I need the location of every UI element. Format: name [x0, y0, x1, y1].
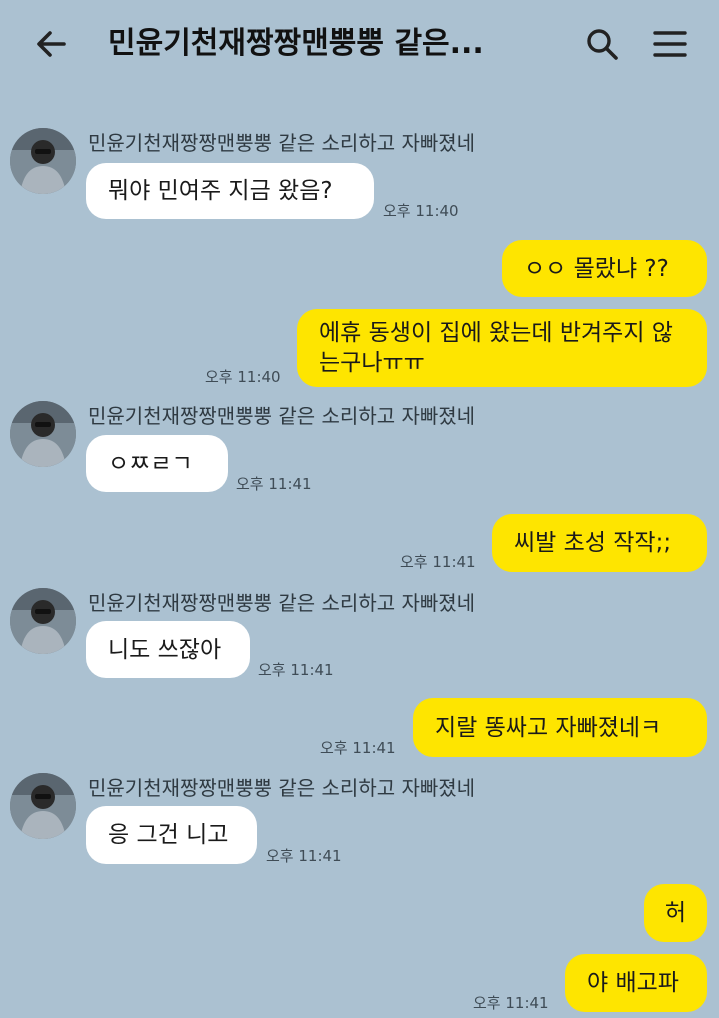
message-timestamp: 오후 11:40: [205, 368, 281, 386]
sender-name: 민윤기천재짱짱맨뿡뿡 같은 소리하고 자빠졌네: [88, 131, 476, 155]
message-bubble-outgoing[interactable]: 에휴 동생이 집에 왔는데 반겨주지 않는구나ㅠㅠ: [297, 309, 707, 387]
sender-name: 민윤기천재짱짱맨뿡뿡 같은 소리하고 자빠졌네: [88, 591, 476, 615]
message-bubble-outgoing[interactable]: 야 배고파: [565, 954, 707, 1012]
message-timestamp: 오후 11:40: [383, 202, 459, 220]
message-text: 지랄 똥싸고 자빠졌네ㅋ: [435, 714, 662, 741]
message-timestamp: 오후 11:41: [320, 739, 396, 757]
message-timestamp: 오후 11:41: [266, 847, 342, 865]
avatar[interactable]: [10, 773, 76, 839]
avatar[interactable]: [10, 401, 76, 467]
message-timestamp: 오후 11:41: [400, 553, 476, 571]
message-bubble-incoming[interactable]: 니도 쓰잖아: [86, 621, 250, 678]
chat-title: 민윤기천재짱짱맨뿡뿡 같은...: [108, 26, 484, 61]
message-text: 허: [664, 900, 687, 926]
message-bubble-outgoing[interactable]: 지랄 똥싸고 자빠졌네ㅋ: [413, 698, 707, 757]
message-text: ㅇㅉㄹㄱ: [108, 450, 193, 477]
message-text: ㅇㅇ 몰랐냐 ??: [524, 255, 669, 282]
message-bubble-incoming[interactable]: 뭐야 민여주 지금 왔음?: [86, 163, 374, 219]
message-text: 니도 쓰잖아: [108, 636, 222, 663]
message-bubble-outgoing[interactable]: 허: [644, 884, 707, 942]
sender-name: 민윤기천재짱짱맨뿡뿡 같은 소리하고 자빠졌네: [88, 404, 476, 428]
sender-name: 민윤기천재짱짱맨뿡뿡 같은 소리하고 자빠졌네: [88, 776, 476, 800]
hamburger-menu-icon[interactable]: [650, 24, 690, 64]
message-text: 씨발 초성 작작;;: [514, 530, 672, 556]
message-text: 응 그건 니고: [108, 822, 229, 848]
message-bubble-incoming[interactable]: 응 그건 니고: [86, 806, 257, 864]
chat-header: 민윤기천재짱짱맨뿡뿡 같은...: [0, 0, 719, 86]
message-bubble-outgoing[interactable]: ㅇㅇ 몰랐냐 ??: [502, 240, 707, 297]
message-text: 뭐야 민여주 지금 왔음?: [108, 178, 333, 204]
message-timestamp: 오후 11:41: [473, 994, 549, 1012]
arrow-left-icon[interactable]: [32, 24, 72, 64]
message-bubble-outgoing[interactable]: 씨발 초성 작작;;: [492, 514, 707, 572]
message-text: 에휴 동생이 집에 왔는데 반겨주지 않는구나ㅠㅠ: [319, 320, 673, 376]
avatar[interactable]: [10, 588, 76, 654]
message-text: 야 배고파: [587, 970, 679, 996]
message-timestamp: 오후 11:41: [236, 475, 312, 493]
avatar[interactable]: [10, 128, 76, 194]
message-timestamp: 오후 11:41: [258, 661, 334, 679]
message-bubble-incoming[interactable]: ㅇㅉㄹㄱ: [86, 435, 228, 492]
search-icon[interactable]: [582, 24, 622, 64]
